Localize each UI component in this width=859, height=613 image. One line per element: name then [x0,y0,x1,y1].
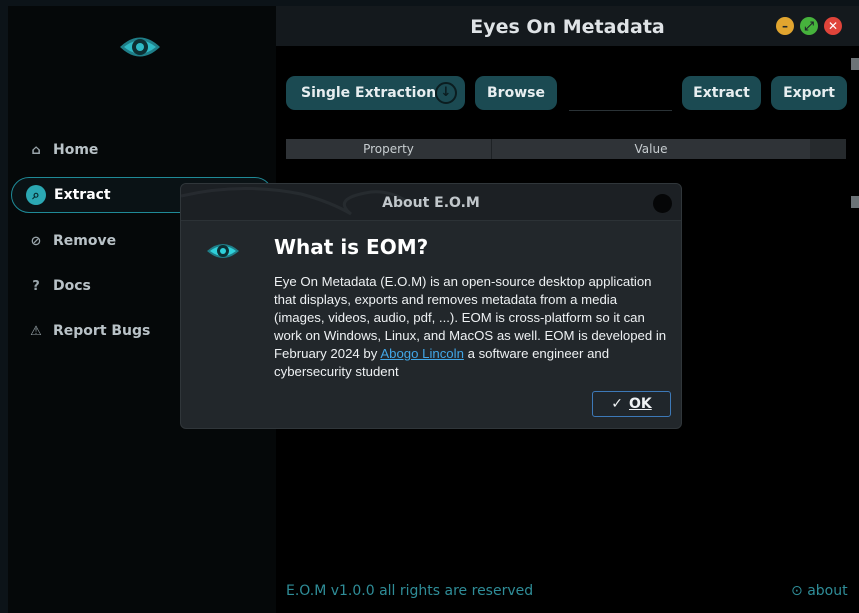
sidebar-item-label: Extract [54,187,111,203]
author-link[interactable]: Abogo Lincoln [380,346,464,361]
about-label: about [807,583,848,599]
sidebar-item-label: Docs [53,278,91,294]
home-icon: ⌂ [31,142,41,158]
sidebar-item-label: Report Bugs [53,323,151,339]
footer-copyright: E.O.M v1.0.0 all rights are reserved [286,583,534,599]
extraction-mode-dropdown[interactable]: Single Extraction ↓ [286,76,465,110]
dialog-heading: What is EOM? [274,235,429,259]
sidebar-item-home[interactable]: ⌂ Home [28,132,98,168]
file-path-field[interactable] [569,110,672,111]
dialog-close-button[interactable] [653,194,672,213]
metadata-table-header: Property Value [286,139,846,159]
remove-tag-icon: ⊘ [30,233,42,249]
scrollbar-fragment [851,196,859,208]
warning-icon: ⚠ [30,323,42,339]
chevron-down-icon: ↓ [435,82,457,104]
about-dialog: About E.O.M What is EOM? Eye On Metadata… [180,183,682,429]
window-title: Eyes On Metadata [470,16,665,38]
sidebar-item-docs[interactable]: ? Docs [28,268,91,304]
column-header-value[interactable]: Value [492,142,810,156]
dialog-title-bar[interactable]: About E.O.M [181,184,681,221]
sidebar-item-remove[interactable]: ⊘ Remove [28,223,117,259]
extraction-mode-label: Single Extraction [301,85,437,101]
eye-logo-icon [120,37,160,57]
title-bar[interactable]: Eyes On Metadata – ⤢ ✕ [276,6,859,46]
extract-button[interactable]: Extract [682,76,761,110]
info-icon: ⊙ [791,583,803,599]
sidebar-item-label: Remove [53,233,117,249]
minimize-button[interactable]: – [776,17,794,35]
help-circle-icon: ? [32,278,40,294]
browse-button[interactable]: Browse [475,76,557,110]
sidebar-item-label: Home [53,142,99,158]
ok-label: OK [628,396,652,412]
column-header-property[interactable]: Property [286,142,491,156]
ok-button[interactable]: ✓ OK [592,391,671,417]
eye-icon [207,244,239,258]
dialog-title: About E.O.M [382,195,480,211]
sidebar-item-report-bugs[interactable]: ⚠ Report Bugs [28,313,150,349]
column-header-filler [810,139,846,159]
check-icon: ✓ [611,396,623,412]
close-button[interactable]: ✕ [824,17,842,35]
scrollbar-fragment [851,58,859,70]
maximize-button[interactable]: ⤢ [800,17,818,35]
about-link[interactable]: ⊙ about [791,583,848,599]
search-icon: ⌕ [26,185,46,205]
export-button[interactable]: Export [771,76,847,110]
dialog-body-text: Eye On Metadata (E.O.M) is an open-sourc… [274,273,669,381]
